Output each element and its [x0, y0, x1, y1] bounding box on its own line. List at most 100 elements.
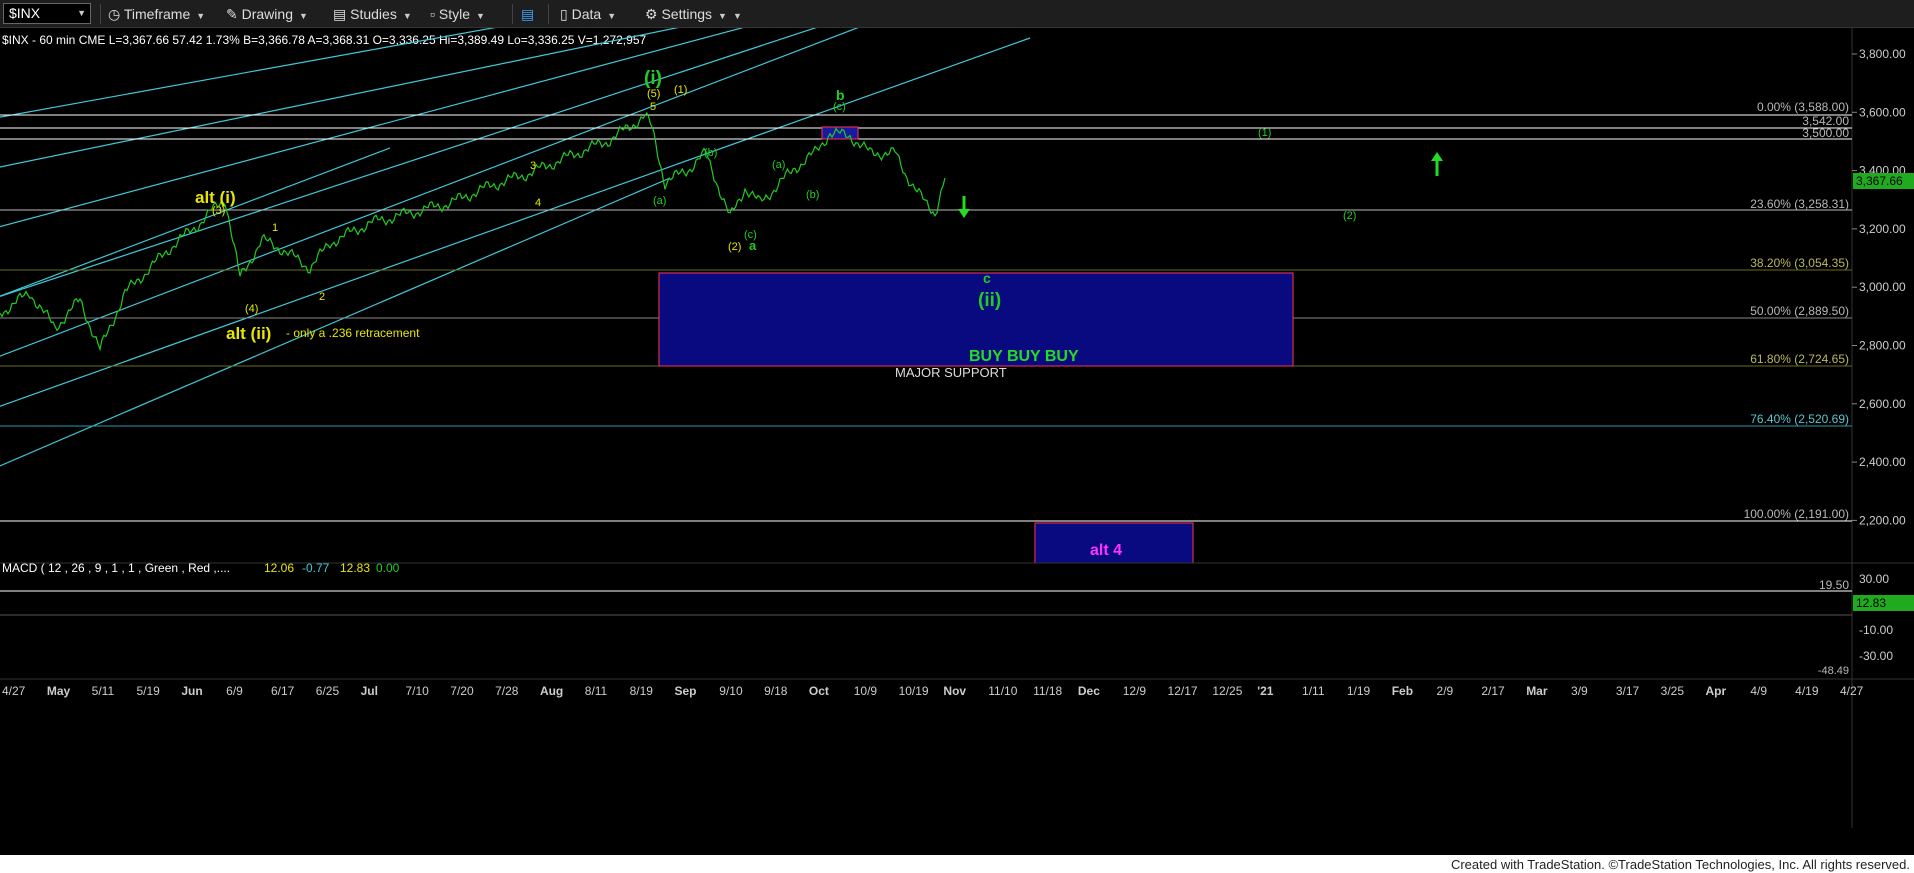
date-tick-label: 11/18	[1033, 684, 1062, 698]
macd-histogram-bar	[332, 615, 335, 619]
studies-menu[interactable]: ▤ Studies ▼	[333, 5, 412, 23]
price-chart[interactable]: $INX - 60 min CME L=3,367.66 57.42 1.73%…	[0, 28, 1914, 855]
macd-histogram-bar	[252, 615, 255, 621]
macd-histogram-bar	[176, 608, 179, 615]
macd-histogram-bar	[444, 605, 447, 615]
fib-label: 38.20% (3,054.35)	[1750, 256, 1849, 270]
macd-histogram-bar	[68, 615, 71, 621]
macd-histogram-bar	[36, 607, 39, 615]
macd-histogram-bar	[660, 615, 663, 627]
macd-level-label: 19.50	[1819, 578, 1849, 592]
wave-label: (5)	[647, 88, 660, 100]
macd-histogram-bar	[460, 608, 463, 615]
macd-histogram-bar	[912, 615, 915, 626]
macd-histogram-bar	[32, 606, 35, 615]
macd-histogram-bar	[760, 615, 763, 625]
wave-label: (2)	[728, 241, 741, 253]
date-tick-label: 2/17	[1481, 684, 1505, 698]
settings-menu[interactable]: ⚙ Settings ▼ ▼	[645, 5, 742, 23]
macd-histogram-bar	[408, 615, 411, 619]
wave-label: (2)	[1343, 210, 1356, 222]
macd-signal-line	[0, 584, 950, 641]
macd-histogram-bar	[72, 615, 75, 621]
price-tick-label: 3,800.00	[1859, 47, 1906, 61]
macd-histogram-bar	[456, 607, 459, 615]
macd-histogram-bar	[88, 615, 91, 619]
macd-histogram-bar	[748, 615, 751, 629]
major-support-label: MAJOR SUPPORT	[895, 365, 1007, 380]
macd-histogram-bar	[504, 615, 507, 625]
macd-histogram-bar	[84, 615, 87, 620]
macd-histogram-bar	[496, 615, 499, 626]
date-tick-label: 5/11	[92, 684, 115, 698]
data-menu[interactable]: ▯ Data ▼	[560, 5, 616, 23]
macd-histogram-bar	[272, 609, 275, 615]
fib-label: 100.00% (2,191.00)	[1744, 507, 1849, 521]
macd-histogram-bar	[516, 615, 519, 619]
macd-histogram-bar	[712, 597, 715, 615]
wave-label: 5	[650, 101, 656, 113]
wave-i-label: (i)	[644, 68, 662, 89]
date-tick-label: 4/27	[2, 684, 26, 698]
macd-histogram-bar	[228, 615, 231, 625]
channel-line	[0, 177, 671, 467]
toolbar: $INX ▼ ◷ Timeframe ▼ ✎ Drawing ▼ ▤ Studies…	[0, 0, 1914, 28]
macd-histogram-bar	[404, 615, 407, 619]
macd-histogram-bar	[664, 615, 667, 626]
macd-tick-label: -30.00	[1859, 649, 1893, 663]
symbol-input[interactable]: $INX ▼	[3, 3, 91, 24]
macd-min-label: -48.49	[1818, 665, 1849, 677]
style-menu[interactable]: ▫ Style ▼	[430, 5, 485, 23]
wave-label: (3)	[212, 205, 225, 217]
date-tick-label: Dec	[1078, 684, 1100, 698]
macd-histogram-bar	[932, 615, 935, 623]
macd-histogram-bar	[908, 615, 911, 625]
gear-icon: ⚙	[645, 6, 658, 22]
wave-label: (a)	[772, 159, 785, 171]
macd-histogram-bar	[168, 611, 171, 615]
fib-label: 61.80% (2,724.65)	[1750, 352, 1849, 366]
fib-label: 0.00% (3,588.00)	[1757, 100, 1849, 114]
macd-histogram-bar	[296, 608, 299, 615]
macd-histogram-bar	[796, 611, 799, 615]
date-tick-label: 3/25	[1661, 684, 1685, 698]
date-tick-label: May	[47, 684, 71, 698]
timeframe-menu[interactable]: ◷ Timeframe ▼	[108, 5, 205, 23]
macd-histogram-bar	[392, 615, 395, 619]
date-tick-label: 6/25	[316, 684, 340, 698]
date-tick-label: Oct	[809, 684, 829, 698]
date-tick-label: 3/9	[1571, 684, 1588, 698]
macd-histogram-bar	[488, 615, 491, 624]
date-tick-label: Mar	[1526, 684, 1548, 698]
macd-histogram-bar	[652, 615, 655, 626]
toolbar-separator	[100, 4, 101, 24]
macd-histogram-bar	[904, 615, 907, 623]
price-tick-label: 3,600.00	[1859, 105, 1906, 119]
date-tick-label: 7/20	[450, 684, 474, 698]
macd-histogram-bar	[544, 608, 547, 615]
wave-label: (4)	[245, 303, 258, 315]
wave-label: (a)	[653, 195, 666, 207]
macd-histogram-bar	[708, 597, 711, 615]
date-tick-label: 1/19	[1347, 684, 1371, 698]
layout-button[interactable]: ▤	[521, 5, 534, 23]
chevron-down-icon[interactable]: ▼	[77, 4, 86, 23]
macd-histogram-bar	[200, 610, 203, 615]
macd-histogram-bar	[224, 615, 227, 623]
macd-histogram-bar	[808, 610, 811, 615]
date-tick-label: Jul	[361, 684, 378, 698]
macd-histogram-bar	[512, 615, 515, 622]
macd-histogram-bar	[28, 605, 31, 615]
macd-histogram-bar	[60, 615, 63, 618]
data-label: Data	[571, 6, 602, 22]
wave-label: 2	[319, 291, 325, 303]
price-tick-label: 2,800.00	[1859, 339, 1906, 353]
date-tick-label: 11/10	[988, 684, 1017, 698]
macd-histogram-bar	[172, 610, 175, 615]
macd-histogram-bar	[452, 606, 455, 615]
date-tick-label: 12/9	[1123, 684, 1147, 698]
macd-trendline	[290, 605, 665, 651]
macd-histogram-bar	[560, 610, 563, 615]
drawing-menu[interactable]: ✎ Drawing ▼	[226, 5, 308, 23]
caret-down-icon: ▼	[196, 11, 206, 21]
